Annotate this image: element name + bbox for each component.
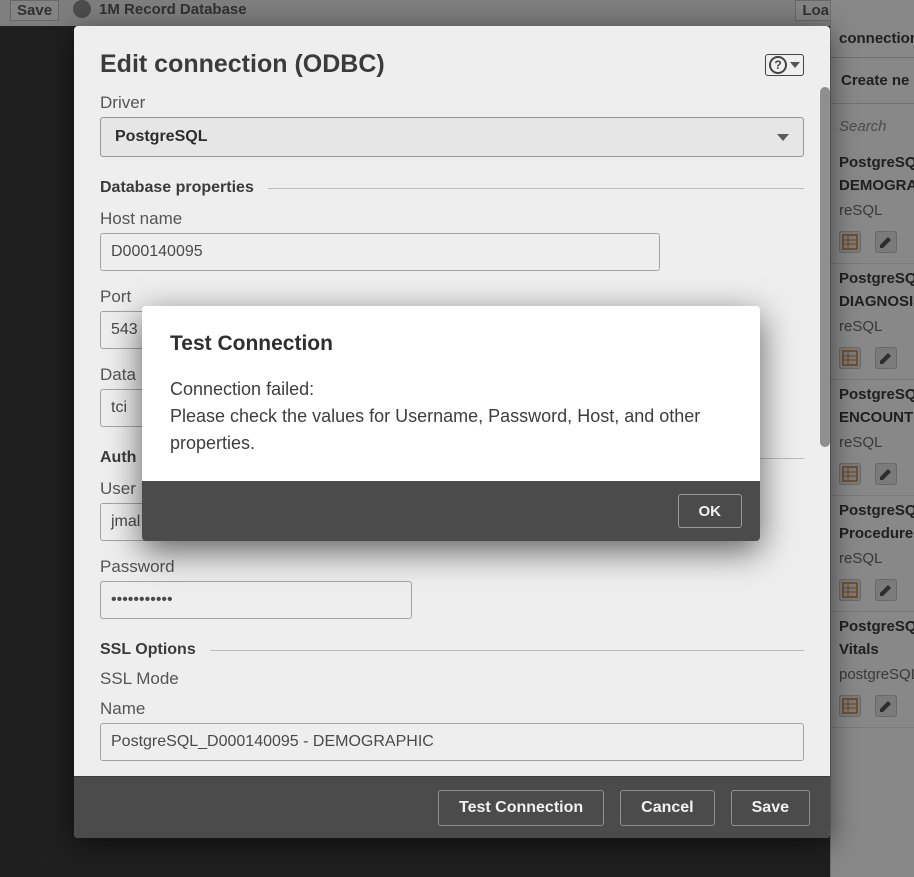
chevron-down-icon [777,134,789,141]
chevron-down-icon [790,62,800,68]
scrollbar-thumb[interactable] [820,87,830,447]
port-label: Port [100,287,804,307]
password-input[interactable]: ••••••••••• [100,581,412,619]
alert-dialog: Test Connection Connection failed: Pleas… [142,306,760,541]
alert-message: Connection failed: Please check the valu… [170,376,732,457]
host-label: Host name [100,209,804,229]
cancel-button[interactable]: Cancel [620,790,714,826]
name-label: Name [100,699,804,719]
driver-value: PostgreSQL [115,128,207,146]
dialog-footer: Test Connection Cancel Save [74,776,830,838]
ssl-mode-label: SSL Mode [100,669,804,689]
dialog-title: Edit connection (ODBC) [100,50,385,79]
section-authentication: Auth [100,449,136,467]
test-connection-button[interactable]: Test Connection [438,790,604,826]
help-icon: ? [769,56,787,74]
host-input[interactable]: D000140095 [100,233,660,271]
help-dropdown[interactable]: ? [765,54,804,76]
driver-select[interactable]: PostgreSQL [100,117,804,157]
driver-label: Driver [100,93,804,113]
name-input[interactable]: PostgreSQL_D000140095 - DEMOGRAPHIC [100,723,804,761]
section-database-properties: Database properties [100,179,254,197]
save-button[interactable]: Save [731,790,810,826]
alert-ok-button[interactable]: OK [678,494,743,528]
section-ssl-options: SSL Options [100,641,196,659]
password-label: Password [100,557,804,577]
alert-title: Test Connection [170,332,732,356]
